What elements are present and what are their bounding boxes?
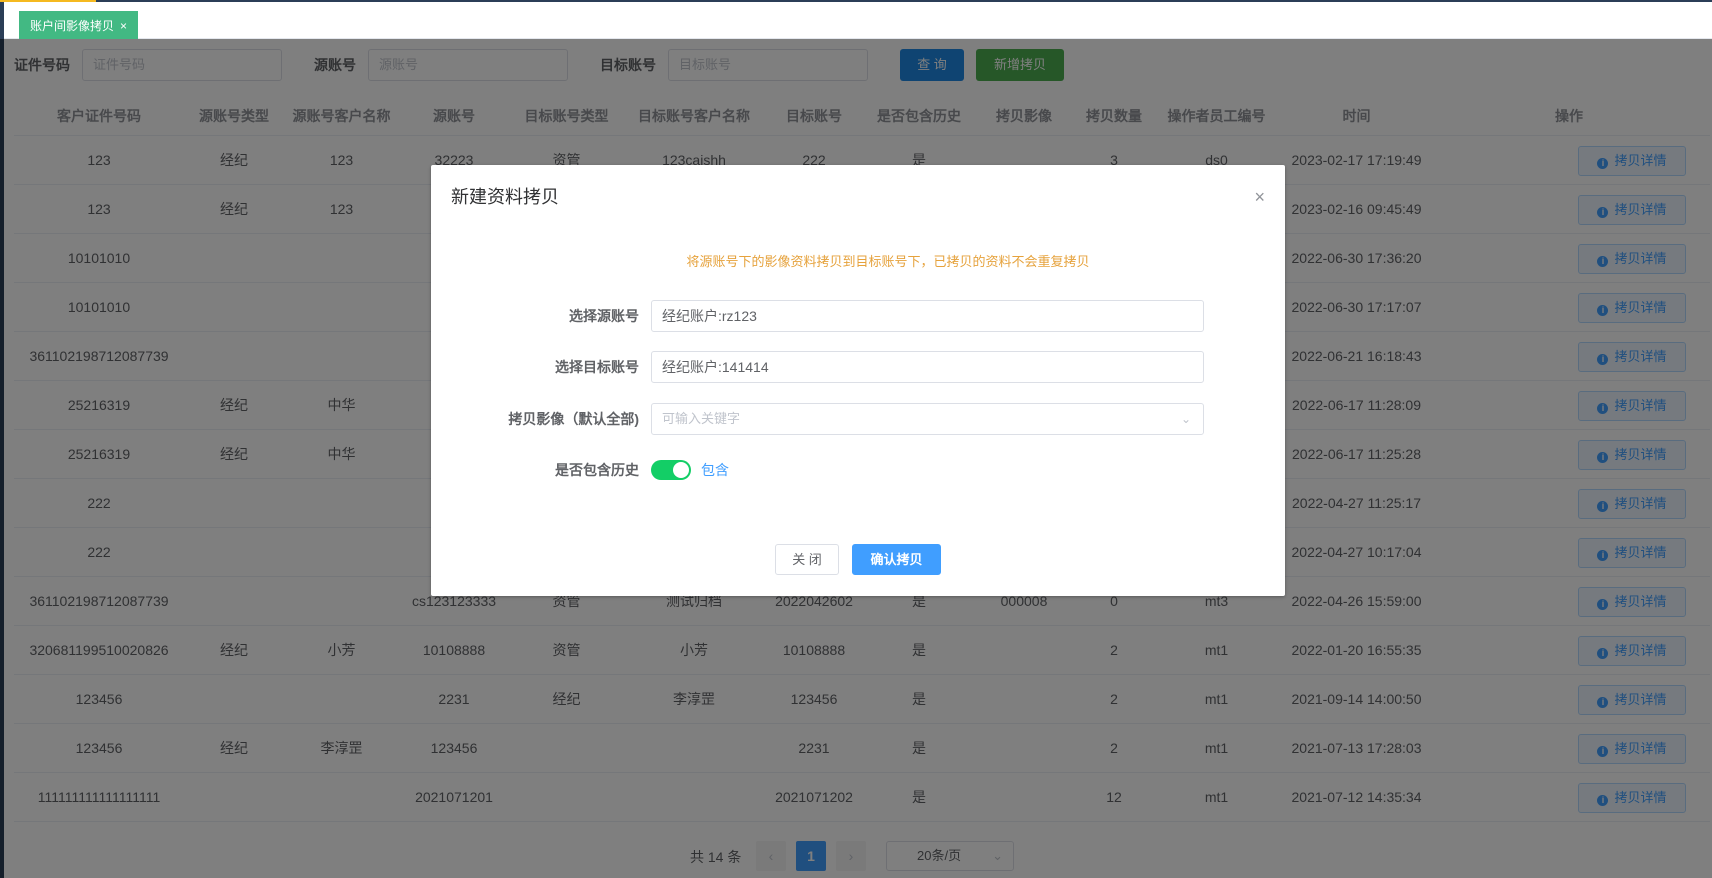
src-account-select[interactable]: 经纪账户:rz123	[651, 300, 1204, 332]
close-icon[interactable]: ×	[1254, 185, 1265, 209]
tab-label: 账户间影像拷贝	[30, 19, 115, 33]
dialog-hint: 将源账号下的影像资料拷贝到目标账号下，已拷贝的资料不会重复拷贝	[686, 254, 1090, 269]
new-copy-dialog: 新建资料拷贝 × 将源账号下的影像资料拷贝到目标账号下，已拷贝的资料不会重复拷贝…	[431, 165, 1285, 596]
include-history-value: 包含	[701, 462, 729, 478]
src-account-row: 选择源账号 经纪账户:rz123	[431, 300, 1285, 332]
dst-account-label: 选择目标账号	[555, 359, 639, 375]
copy-image-row: 拷贝影像（默认全部) 可输入关键字 ⌄	[431, 403, 1285, 435]
tab-close-icon[interactable]: ×	[120, 19, 127, 33]
switch-knob	[673, 462, 689, 478]
chevron-down-icon: ⌄	[1180, 412, 1191, 426]
confirm-copy-button[interactable]: 确认拷贝	[852, 544, 941, 575]
copy-image-label: 拷贝影像（默认全部)	[508, 411, 639, 427]
include-history-switch[interactable]	[651, 460, 691, 480]
dialog-close-button[interactable]: 关 闭	[775, 544, 839, 575]
tab-account-image-copy[interactable]: 账户间影像拷贝 ×	[19, 11, 139, 39]
copy-image-placeholder: 可输入关键字	[662, 411, 741, 426]
include-history-label: 是否包含历史	[555, 462, 639, 478]
dialog-title: 新建资料拷贝	[451, 187, 559, 207]
dst-account-select[interactable]: 经纪账户:141414	[651, 351, 1204, 383]
tab-bar: 账户间影像拷贝 ×	[4, 2, 1712, 39]
dst-account-row: 选择目标账号 经纪账户:141414	[431, 351, 1285, 383]
include-history-row: 是否包含历史 包含	[431, 454, 1285, 486]
src-account-label: 选择源账号	[569, 308, 639, 324]
copy-image-select[interactable]: 可输入关键字 ⌄	[651, 403, 1204, 435]
